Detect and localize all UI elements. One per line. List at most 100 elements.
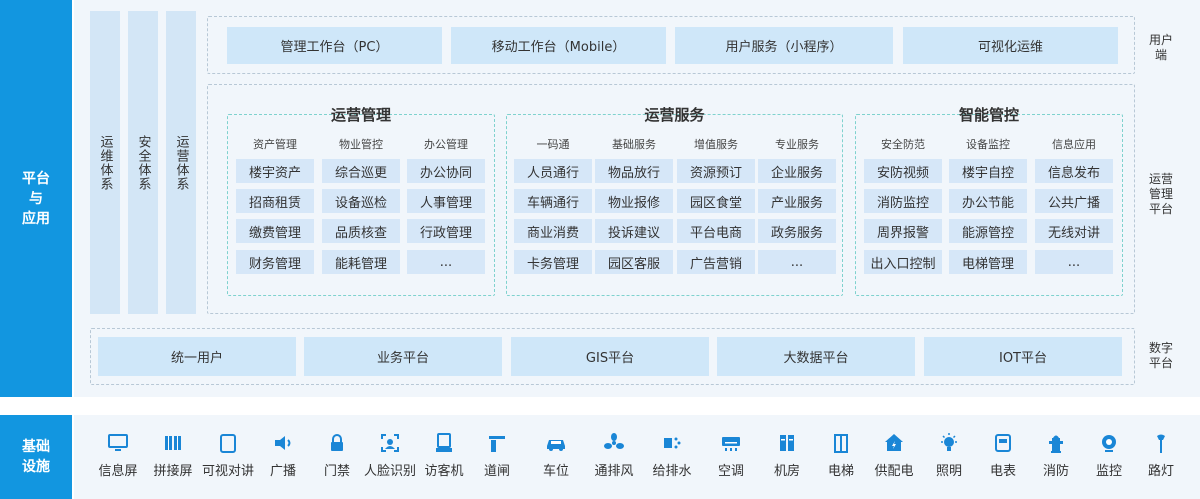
module-cell[interactable]: 能耗管理 xyxy=(322,250,400,274)
infra-label: 人脸识别 xyxy=(363,464,416,479)
server-room-icon xyxy=(780,435,794,451)
air-conditioner-icon xyxy=(722,437,740,451)
module-cell[interactable]: 广告营销 xyxy=(677,250,755,274)
tablet-icon xyxy=(220,434,236,453)
power-supply-icon xyxy=(885,434,903,451)
module-cell[interactable]: 出入口控制 xyxy=(864,250,942,274)
platform-side-label: 平台 与 应用 xyxy=(0,0,72,397)
infra-label: 机房 xyxy=(773,464,800,479)
module-cell[interactable]: 电梯管理 xyxy=(949,250,1027,274)
module-cell[interactable]: 周界报警 xyxy=(864,219,942,243)
infra-label: 通排风 xyxy=(594,464,634,479)
infra-label: 路灯 xyxy=(1147,464,1174,479)
module-cell[interactable]: 综合巡更 xyxy=(322,159,400,183)
module-cell[interactable]: 卡务管理 xyxy=(514,250,592,274)
module-cell[interactable]: 能源管控 xyxy=(949,219,1027,243)
module-cell[interactable]: 安防视频 xyxy=(864,159,942,183)
module-cell[interactable]: 招商租赁 xyxy=(236,189,314,213)
infra-item-ventilation[interactable]: 通排风 xyxy=(583,430,645,479)
column-title: 增值服务 xyxy=(694,138,738,151)
digital-platform-item[interactable]: 业务平台 xyxy=(304,337,502,376)
module-cell[interactable]: 行政管理 xyxy=(407,219,485,243)
module-cell[interactable]: 人事管理 xyxy=(407,189,485,213)
system-column-ops-maintenance: 运维体系 xyxy=(90,11,120,314)
system-column-security: 安全体系 xyxy=(128,11,158,314)
module-cell[interactable]: 商业消费 xyxy=(514,219,592,243)
infra-item-power-distribution[interactable]: 供配电 xyxy=(863,430,925,479)
infra-item-air-conditioning[interactable]: 空调 xyxy=(700,430,762,479)
infra-item-broadcast[interactable]: 广播 xyxy=(252,430,314,479)
user-end-layer-label: 用户 端 xyxy=(1148,33,1173,62)
infra-item-server-room[interactable]: 机房 xyxy=(756,430,818,479)
group-title: 运营管理 xyxy=(330,106,391,124)
module-cell[interactable]: 信息发布 xyxy=(1035,159,1113,183)
infra-label: 照明 xyxy=(935,464,962,479)
module-cell[interactable]: 物品放行 xyxy=(595,159,673,183)
module-cell[interactable]: 平台电商 xyxy=(677,219,755,243)
column-title: 专业服务 xyxy=(775,138,819,151)
infra-item-face-recognition[interactable]: 人脸识别 xyxy=(359,430,421,479)
digital-platform-item[interactable]: 统一用户 xyxy=(98,337,296,376)
user-end-item[interactable]: 移动工作台（Mobile） xyxy=(451,27,666,64)
infra-label: 车位 xyxy=(542,464,569,479)
user-end-item[interactable]: 可视化运维 xyxy=(903,27,1118,64)
infra-item-parking[interactable]: 车位 xyxy=(525,430,587,479)
ops-platform-layer-label: 运营 管理 平台 xyxy=(1148,172,1173,216)
infra-item-street-light[interactable]: 路灯 xyxy=(1130,430,1192,479)
module-cell[interactable]: 办公节能 xyxy=(949,189,1027,213)
infra-item-video-intercom[interactable]: 可视对讲 xyxy=(197,430,259,479)
infra-label: 道闸 xyxy=(483,464,510,479)
street-light-icon xyxy=(1157,434,1165,453)
infra-item-tiled-screen[interactable]: 拼接屏 xyxy=(142,430,204,479)
user-end-item[interactable]: 用户服务（小程序） xyxy=(675,27,893,64)
module-cell[interactable]: 园区客服 xyxy=(595,250,673,274)
module-cell-more[interactable]: ... xyxy=(1035,250,1113,274)
column-title: 设备监控 xyxy=(966,138,1010,151)
infra-label: 空调 xyxy=(717,464,744,479)
module-cell[interactable]: 办公协同 xyxy=(407,159,485,183)
module-cell-more[interactable]: ... xyxy=(407,250,485,274)
module-cell[interactable]: 人员通行 xyxy=(514,159,592,183)
module-cell[interactable]: 投诉建议 xyxy=(595,219,673,243)
tiled-screen-icon xyxy=(165,436,181,450)
system-column-operations: 运营体系 xyxy=(166,11,196,314)
module-cell[interactable]: 楼宇自控 xyxy=(949,159,1027,183)
module-cell[interactable]: 物业报修 xyxy=(595,189,673,213)
module-cell[interactable]: 无线对讲 xyxy=(1035,219,1113,243)
column-title: 安全防范 xyxy=(881,138,925,151)
user-end-item[interactable]: 管理工作台（PC） xyxy=(227,27,442,64)
infra-label: 给排水 xyxy=(652,464,692,479)
module-cell[interactable]: 企业服务 xyxy=(758,159,836,183)
infra-label: 供配电 xyxy=(874,464,914,479)
digital-platform-item[interactable]: GIS平台 xyxy=(511,337,709,376)
module-cell[interactable]: 品质核查 xyxy=(322,219,400,243)
infra-item-barrier-gate[interactable]: 道闸 xyxy=(466,430,528,479)
module-cell[interactable]: 车辆通行 xyxy=(514,189,592,213)
light-bulb-icon xyxy=(941,433,957,451)
fire-hydrant-icon xyxy=(1049,435,1063,453)
module-cell[interactable]: 园区食堂 xyxy=(677,189,755,213)
infra-label: 广播 xyxy=(269,464,296,479)
module-cell[interactable]: 设备巡检 xyxy=(322,189,400,213)
module-cell[interactable]: 消防监控 xyxy=(864,189,942,213)
column-title: 基础服务 xyxy=(612,138,656,151)
infra-item-info-screen[interactable]: 信息屏 xyxy=(87,430,149,479)
group-title: 智能管控 xyxy=(958,106,1019,124)
infra-item-water-supply[interactable]: 给排水 xyxy=(641,430,703,479)
module-cell[interactable]: 资源预订 xyxy=(677,159,755,183)
screen-icon xyxy=(108,434,128,451)
module-cell[interactable]: 产业服务 xyxy=(758,189,836,213)
fan-icon xyxy=(604,433,624,449)
module-cell[interactable]: 财务管理 xyxy=(236,250,314,274)
digital-platform-item[interactable]: IOT平台 xyxy=(924,337,1122,376)
column-title: 办公管理 xyxy=(424,138,468,151)
module-cell[interactable]: 公共广播 xyxy=(1035,189,1113,213)
module-cell[interactable]: 楼宇资产 xyxy=(236,159,314,183)
module-cell-more[interactable]: ... xyxy=(758,250,836,274)
infra-item-lighting[interactable]: 照明 xyxy=(918,430,980,479)
module-cell[interactable]: 缴费管理 xyxy=(236,219,314,243)
digital-platform-layer-label: 数字 平台 xyxy=(1148,341,1173,370)
digital-platform-item[interactable]: 大数据平台 xyxy=(717,337,915,376)
module-cell[interactable]: 政务服务 xyxy=(758,219,836,243)
speaker-icon xyxy=(275,436,291,450)
